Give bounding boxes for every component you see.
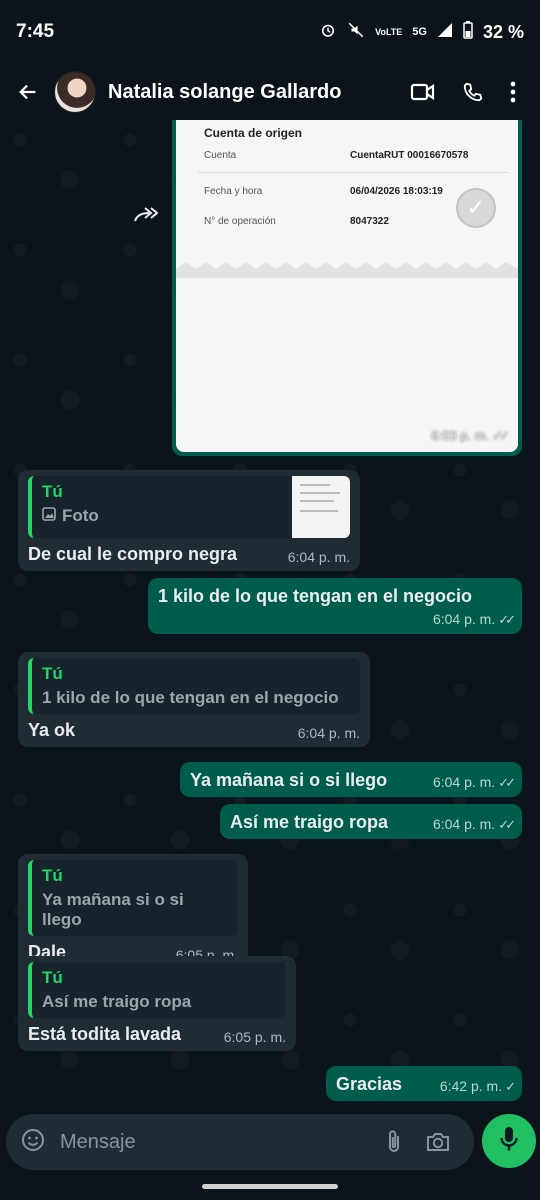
message-time: 6:04 p. m. ✓✓ — [432, 774, 516, 790]
network-label: 5G — [412, 26, 427, 38]
quote-text: 1 kilo de lo que tengan en el negocio — [42, 688, 339, 707]
status-bar: 7:45 VoLTE 5G 32 % — [0, 0, 540, 64]
message-bubble-incoming[interactable]: Tú 1 kilo de lo que tengan en el negocio… — [18, 652, 370, 747]
message-time: 6:03 p. m. ✓✓ — [431, 428, 510, 443]
message-bubble-outgoing[interactable]: Así me traigo ropa 6:04 p. m. ✓✓ — [220, 804, 522, 839]
sticker-icon[interactable] — [20, 1127, 46, 1158]
battery-level: 32 % — [482, 21, 524, 42]
quoted-message[interactable]: Tú Ya mañana si o si llego — [28, 860, 238, 936]
mute-icon — [347, 21, 365, 43]
signal-icon — [437, 22, 453, 42]
message-text: Está todita lavada — [28, 1024, 182, 1044]
status-time: 7:45 — [16, 21, 55, 42]
volte-label: VoLTE — [375, 27, 403, 37]
message-time: 6:04 p. m. — [297, 725, 360, 741]
message-bubble-outgoing[interactable]: 1 kilo de lo que tengan en el negocio 6:… — [148, 578, 522, 634]
quote-text: Ya mañana si o si llego — [42, 890, 184, 929]
photo-icon — [42, 506, 56, 526]
chat-area[interactable]: Cuenta de origen Cuenta CuentaRUT 000166… — [0, 120, 540, 1110]
read-check-icon: ✓✓ — [498, 612, 516, 627]
chat-header: Natalia solange Gallardo — [0, 64, 540, 120]
message-time: 6:04 p. m. ✓✓ — [432, 611, 516, 627]
attach-icon[interactable] — [372, 1129, 416, 1155]
back-arrow-icon[interactable] — [12, 76, 44, 108]
contact-name[interactable]: Natalia solange Gallardo — [108, 81, 398, 104]
system-nav-bar — [0, 1170, 540, 1200]
zigzag-divider — [176, 262, 518, 278]
quoted-message[interactable]: Tú Foto — [28, 476, 350, 538]
avatar[interactable] — [54, 71, 96, 113]
message-bubble-incoming[interactable]: Tú Foto De cual le compro negra 6:04 p. … — [18, 470, 360, 571]
camera-icon[interactable] — [416, 1131, 460, 1153]
message-time: 6:05 p. m. — [223, 1029, 286, 1045]
receipt-section-title: Cuenta de origen — [204, 126, 303, 140]
forward-icon[interactable] — [130, 200, 160, 230]
message-bubble-outgoing[interactable]: Gracias 6:42 p. m. ✓ — [326, 1066, 522, 1101]
sent-check-icon: ✓ — [505, 1079, 516, 1094]
image-message[interactable]: Cuenta de origen Cuenta CuentaRUT 000166… — [172, 120, 522, 456]
receipt-image: Cuenta de origen Cuenta CuentaRUT 000166… — [176, 120, 518, 452]
message-text: Ya mañana si o si llego — [190, 770, 388, 790]
quoted-message[interactable]: Tú Así me traigo ropa — [28, 962, 286, 1018]
message-text: De cual le compro negra — [28, 544, 238, 564]
battery-icon — [463, 21, 473, 43]
message-time: 6:04 p. m. ✓✓ — [432, 816, 516, 832]
quote-author: Tú — [42, 968, 63, 987]
message-input-bar[interactable]: Mensaje — [6, 1114, 474, 1170]
microphone-icon — [499, 1125, 519, 1158]
phone-call-icon[interactable] — [448, 72, 498, 112]
message-bubble-outgoing[interactable]: Ya mañana si o si llego 6:04 p. m. ✓✓ — [180, 762, 522, 797]
home-gesture-pill[interactable] — [202, 1184, 338, 1189]
quote-author: Tú — [42, 866, 63, 885]
alarm-icon — [319, 21, 337, 43]
quoted-message[interactable]: Tú 1 kilo de lo que tengan en el negocio — [28, 658, 360, 714]
message-bubble-incoming[interactable]: Tú Así me traigo ropa Está todita lavada… — [18, 956, 296, 1051]
microphone-button[interactable] — [482, 1114, 536, 1168]
stamp-icon: ✓ — [456, 188, 496, 228]
quote-text: Así me traigo ropa — [42, 992, 192, 1011]
quote-text: Foto — [62, 506, 99, 525]
more-options-icon[interactable] — [498, 72, 528, 112]
message-text: 1 kilo de lo que tengan en el negocio — [158, 586, 473, 606]
message-text: Gracias — [336, 1074, 403, 1094]
message-text: Así me traigo ropa — [230, 812, 389, 832]
receipt-row: Cuenta CuentaRUT 00016670578 — [204, 150, 469, 161]
message-time: 6:04 p. m. — [287, 549, 350, 565]
message-time: 6:42 p. m. ✓ — [439, 1078, 516, 1094]
video-call-icon[interactable] — [398, 72, 448, 112]
message-input[interactable]: Mensaje — [60, 1131, 372, 1154]
message-bubble-incoming[interactable]: Tú Ya mañana si o si llego Dale 6:05 p. … — [18, 854, 248, 969]
message-text: Ya ok — [28, 720, 76, 740]
quote-author: Tú — [42, 664, 63, 683]
quote-thumbnail — [292, 476, 350, 538]
